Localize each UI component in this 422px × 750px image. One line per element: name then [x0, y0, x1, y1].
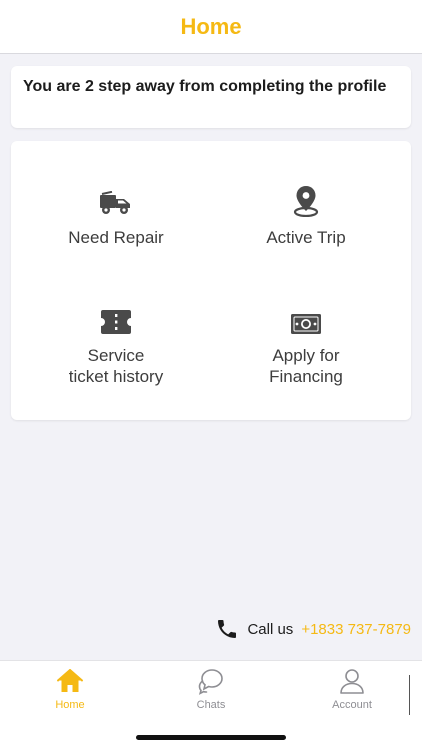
services-grid: Need Repair Active Trip Service ticket h… [11, 141, 411, 420]
tab-account-label: Account [332, 699, 372, 711]
profile-completion-banner[interactable]: You are 2 step away from completing the … [11, 66, 411, 128]
tab-home-label: Home [55, 699, 85, 711]
active-trip-label: Active Trip [266, 228, 346, 247]
call-us-label: Call us [247, 620, 294, 638]
call-us-row[interactable]: Call us +1833 737-7879 [215, 617, 411, 641]
tow-truck-icon [100, 191, 130, 214]
service-ticket-history-tile[interactable]: Service ticket history [16, 301, 216, 421]
map-pin-icon [293, 186, 319, 217]
ticket-icon [101, 310, 131, 334]
profile-completion-text: You are 2 step away from completing the … [23, 78, 387, 95]
home-icon [57, 669, 83, 692]
tab-chats-label: Chats [196, 699, 226, 711]
chat-bubbles-icon [198, 669, 223, 695]
tab-bar-divider [409, 675, 410, 715]
tab-chats[interactable]: Chats [151, 667, 271, 721]
need-repair-label: Need Repair [68, 228, 164, 247]
user-icon [340, 669, 364, 694]
apply-for-financing-label: Apply for Financing [269, 346, 343, 386]
need-repair-tile[interactable]: Need Repair [16, 183, 216, 303]
app-header: Home [0, 0, 422, 54]
tab-home[interactable]: Home [10, 667, 130, 721]
page-title: Home [180, 13, 242, 39]
home-indicator [136, 735, 286, 740]
active-trip-tile[interactable]: Active Trip [206, 183, 406, 303]
tab-account[interactable]: Account [292, 667, 412, 721]
cash-icon [291, 314, 321, 334]
phone-icon [218, 620, 237, 638]
call-us-number-link[interactable]: +1833 737-7879 [301, 621, 411, 638]
apply-for-financing-tile[interactable]: Apply for Financing [206, 301, 406, 421]
service-ticket-history-label: Service ticket history [68, 346, 164, 386]
